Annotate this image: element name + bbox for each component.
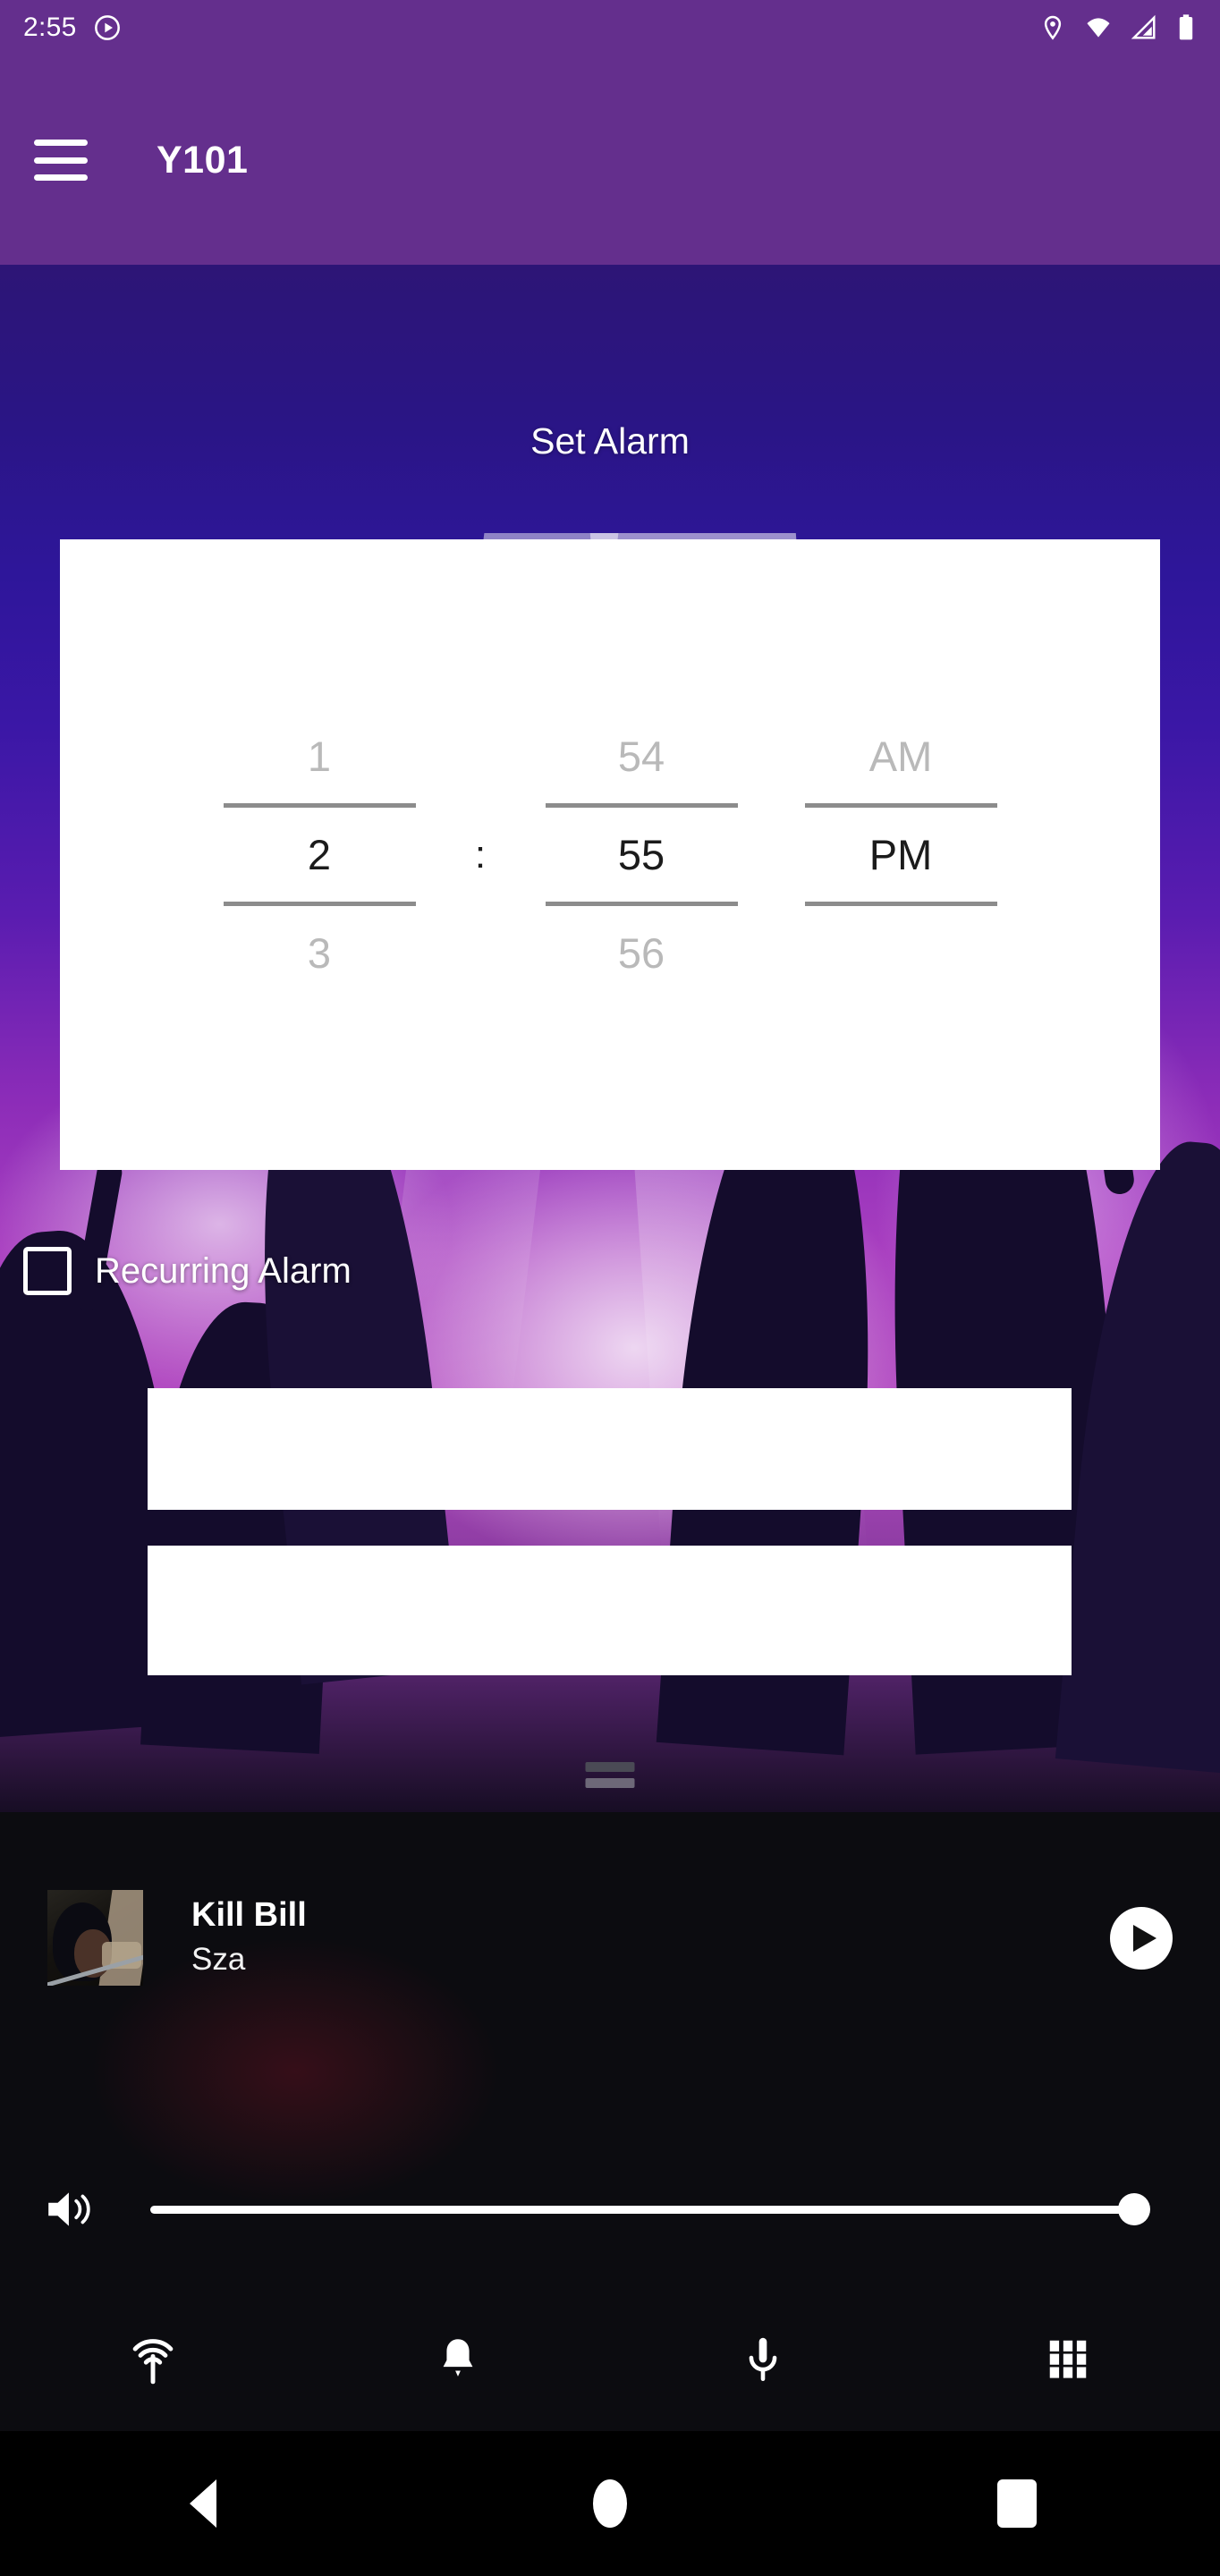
blank-button-1[interactable]	[148, 1388, 1072, 1510]
player-panel: Kill Bill Sza	[0, 1812, 1220, 2431]
cell-signal-icon	[1131, 14, 1157, 41]
time-picker: 1 2 3 : 54 55 56 AM PM	[60, 709, 1160, 1000]
status-bar: 2:55	[0, 0, 1220, 55]
nav-home-button[interactable]	[407, 2479, 814, 2528]
bell-icon	[432, 2333, 484, 2385]
back-icon	[190, 2479, 217, 2528]
recents-icon	[996, 2479, 1037, 2528]
sheet-drag-handle[interactable]	[585, 1762, 635, 1788]
location-pin-icon	[1039, 14, 1066, 41]
broadcast-icon	[125, 2331, 181, 2386]
time-picker-card: 1 2 3 : 54 55 56 AM PM	[60, 539, 1160, 1170]
microphone-icon	[737, 2333, 789, 2385]
hour-selected-value[interactable]: 2	[308, 808, 331, 902]
battery-icon	[1175, 13, 1197, 42]
volume-slider-track	[150, 2205, 1145, 2214]
minute-previous-value[interactable]: 54	[618, 709, 665, 803]
grid-apps-icon	[1044, 2334, 1092, 2383]
volume-slider[interactable]	[150, 2191, 1150, 2227]
tab-alarms[interactable]	[305, 2286, 610, 2431]
volume-row[interactable]	[0, 2174, 1220, 2245]
nav-recents-button[interactable]	[813, 2479, 1220, 2528]
system-navigation-bar	[0, 2431, 1220, 2576]
minute-picker[interactable]: 54 55 56	[512, 709, 771, 1000]
minute-selected-value[interactable]: 55	[618, 808, 665, 902]
tab-microphone[interactable]	[610, 2286, 915, 2431]
hamburger-menu-icon[interactable]	[34, 140, 88, 181]
page-title: Set Alarm	[530, 420, 690, 462]
recurring-alarm-label: Recurring Alarm	[95, 1250, 352, 1291]
meridiem-selected-value[interactable]: PM	[869, 808, 933, 902]
nav-back-button[interactable]	[0, 2479, 407, 2528]
app-bar: Y101	[0, 55, 1220, 265]
hour-next-value[interactable]: 3	[308, 906, 331, 1000]
hour-previous-value[interactable]: 1	[308, 709, 331, 803]
track-title: Kill Bill	[191, 1896, 307, 1935]
tab-apps[interactable]	[915, 2286, 1220, 2431]
track-meta: Kill Bill Sza	[191, 1895, 307, 1979]
play-button[interactable]	[1110, 1906, 1173, 1970]
tab-broadcast[interactable]	[0, 2286, 305, 2431]
play-circle-icon	[93, 13, 122, 42]
app-root: 2: 55 Y101 Set Alarm 1 2 3: 54 55 56 AM …	[0, 0, 1220, 2576]
status-bar-right	[1039, 13, 1197, 42]
home-icon	[593, 2479, 627, 2528]
app-title: Y101	[157, 138, 249, 182]
meridiem-picker[interactable]: AM PM	[771, 709, 1030, 1000]
meridiem-previous-value[interactable]: AM	[869, 709, 933, 803]
now-playing-row[interactable]: Kill Bill Sza	[47, 1890, 1173, 1986]
minute-next-value[interactable]: 56	[618, 906, 665, 1000]
time-separator: :	[474, 832, 487, 877]
meridiem-divider-bottom	[804, 902, 997, 906]
recurring-alarm-checkbox[interactable]	[23, 1247, 72, 1295]
play-icon	[1132, 1924, 1156, 1952]
volume-slider-thumb[interactable]	[1118, 2193, 1150, 2225]
time-separator-column: :	[449, 729, 512, 980]
hour-picker[interactable]: 1 2 3	[190, 709, 449, 1000]
volume-high-icon[interactable]	[43, 2184, 114, 2234]
album-art	[47, 1890, 143, 1986]
recurring-alarm-row[interactable]: Recurring Alarm	[23, 1247, 352, 1295]
track-artist: Sza	[191, 1942, 246, 1978]
wifi-icon	[1084, 13, 1113, 42]
bottom-tab-bar	[0, 2286, 1220, 2431]
status-bar-clock: 2:55	[23, 13, 77, 42]
blank-button-2[interactable]	[148, 1546, 1072, 1675]
status-bar-left: 2:55	[23, 13, 122, 43]
